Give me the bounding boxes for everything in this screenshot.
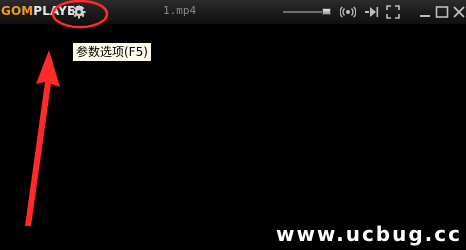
gear-icon[interactable] [72, 5, 86, 19]
close-icon[interactable] [451, 4, 466, 20]
file-title: 1.mp4 [163, 4, 197, 17]
title-bar[interactable]: GOMPLAYER 1.mp4 [0, 0, 466, 25]
volume-slider-handle[interactable] [322, 8, 331, 15]
maximize-icon[interactable] [434, 4, 450, 20]
volume-slider-track[interactable] [283, 11, 325, 13]
gom-player-window: GOMPLAYER 1.mp4 参数选项(F5) www.ucbug.cc [0, 0, 466, 250]
watermark-text: www.ucbug.cc [275, 222, 462, 246]
annotation-arrow [25, 50, 60, 226]
minimize-icon[interactable] [417, 4, 433, 20]
play-next-icon[interactable] [364, 4, 380, 20]
logo-gom-text: GOM [1, 4, 34, 18]
surround-sound-icon[interactable] [340, 4, 356, 20]
settings-tooltip: 参数选项(F5) [72, 42, 152, 62]
annotation-layer [25, 0, 109, 226]
fullscreen-icon[interactable] [385, 4, 401, 20]
